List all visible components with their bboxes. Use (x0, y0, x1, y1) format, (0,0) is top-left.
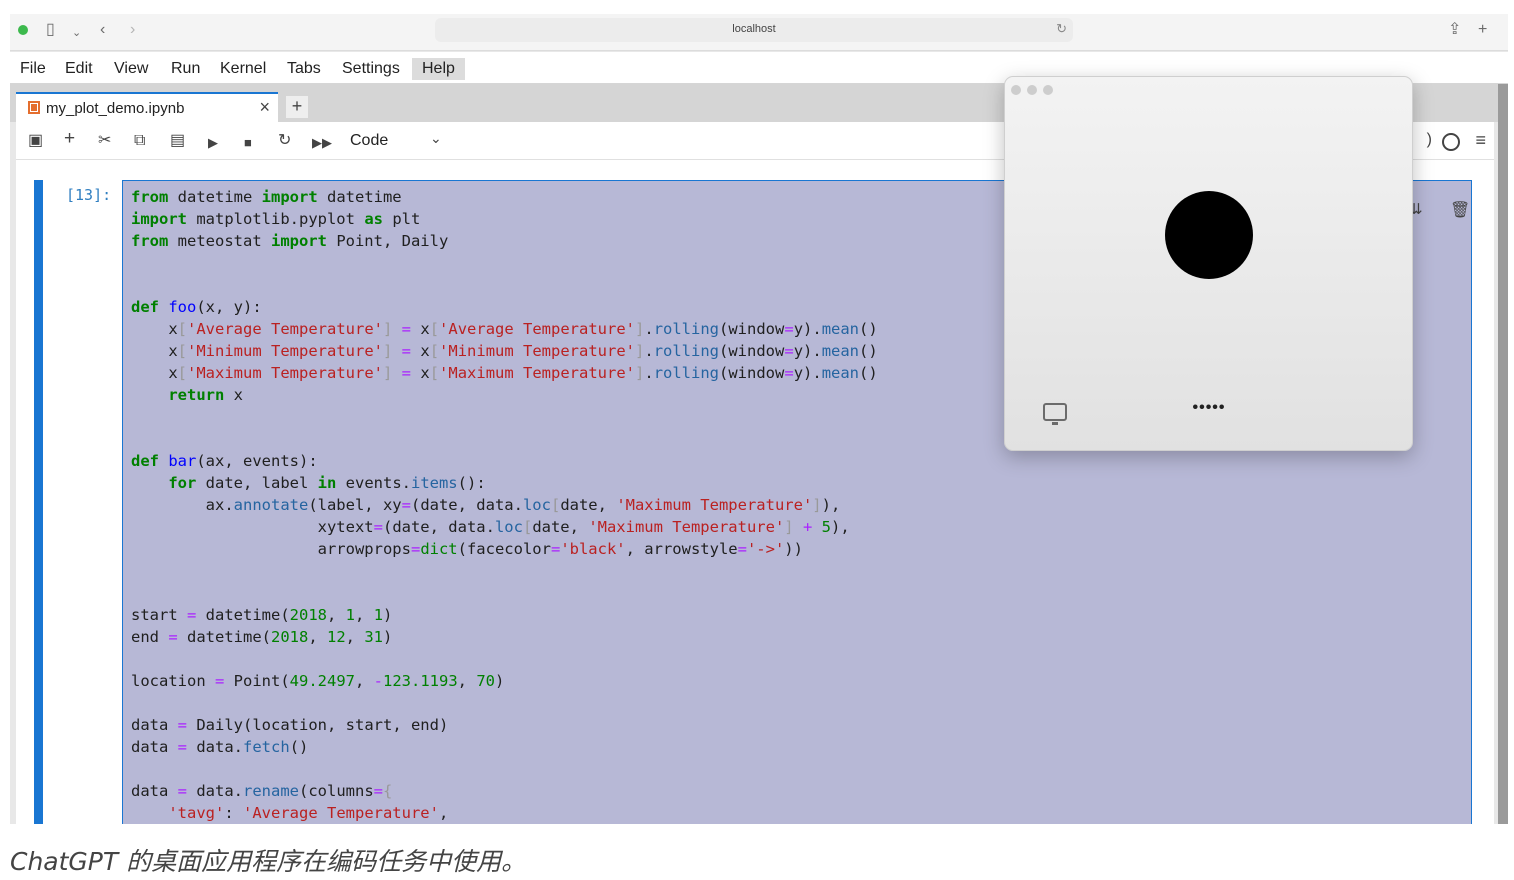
insert-cell-icon[interactable]: + (64, 129, 75, 149)
fast-forward-icon[interactable]: ▶▶ (312, 133, 332, 153)
cell-type-select[interactable]: Code (350, 132, 388, 150)
chevron-down-icon[interactable]: ⌄ (72, 23, 81, 43)
notebook-icon (28, 101, 40, 114)
forward-icon[interactable]: › (130, 20, 135, 40)
add-tab-button[interactable]: + (286, 96, 308, 118)
screen-share-icon[interactable] (1043, 403, 1067, 425)
window-zoom-button[interactable] (1043, 85, 1053, 95)
more-options-button[interactable]: ••••• (1165, 399, 1253, 417)
chevron-down-icon[interactable]: ⌄ (430, 130, 442, 147)
delete-icon[interactable]: 🗑 (1450, 200, 1470, 220)
window-close-button[interactable] (1011, 85, 1021, 95)
close-icon[interactable]: × (259, 97, 270, 118)
menu-view[interactable]: View (110, 58, 152, 80)
menu-run[interactable]: Run (167, 58, 204, 80)
kernel-status-icon (1442, 133, 1460, 151)
scrollbar[interactable] (1498, 84, 1508, 824)
copy-icon[interactable]: ⧉ (134, 131, 145, 151)
menu-kernel[interactable]: Kernel (216, 58, 270, 80)
run-icon[interactable]: ▶ (208, 133, 218, 153)
reload-icon[interactable]: ↻ (1056, 21, 1067, 37)
sidebar-icon[interactable]: ▯ (46, 20, 55, 40)
save-icon[interactable]: ▣ (28, 131, 43, 151)
cell-prompt: [13]: (66, 186, 112, 204)
menu-icon[interactable]: ≡ (1475, 130, 1486, 151)
menu-help[interactable]: Help (412, 58, 465, 80)
code-content[interactable]: from datetime import datetime import mat… (131, 186, 878, 824)
url-text: localhost (732, 23, 776, 35)
menu-tabs[interactable]: Tabs (283, 58, 325, 80)
tab-notebook[interactable]: my_plot_demo.ipynb × (16, 92, 278, 122)
browser-toolbar: ▯ ⌄ ‹ › localhost ↻ ⇪ + (10, 14, 1508, 51)
menu-file[interactable]: File (16, 58, 50, 80)
chatgpt-voice-window[interactable]: ••••• (1004, 76, 1413, 451)
window-minimize-button[interactable] (1027, 85, 1037, 95)
paste-icon[interactable]: ▤ (170, 131, 185, 151)
new-tab-icon[interactable]: + (1478, 20, 1487, 40)
image-caption: ChatGPT 的桌面应用程序在编码任务中使用。 (10, 847, 527, 876)
cell-collapser[interactable] (34, 180, 43, 824)
share-icon[interactable]: ⇪ (1448, 20, 1461, 40)
menu-edit[interactable]: Edit (61, 58, 97, 80)
voice-orb (1165, 191, 1253, 279)
window-close-button[interactable] (18, 25, 28, 35)
cut-icon[interactable]: ✂ (98, 131, 111, 151)
kernel-name-fragment: ) (1426, 131, 1432, 148)
menu-settings[interactable]: Settings (338, 58, 404, 80)
tab-label: my_plot_demo.ipynb (46, 100, 185, 117)
back-icon[interactable]: ‹ (100, 20, 105, 40)
stop-icon[interactable]: ■ (244, 133, 252, 153)
address-bar[interactable]: localhost ↻ (435, 18, 1073, 42)
restart-icon[interactable]: ↻ (278, 131, 291, 151)
